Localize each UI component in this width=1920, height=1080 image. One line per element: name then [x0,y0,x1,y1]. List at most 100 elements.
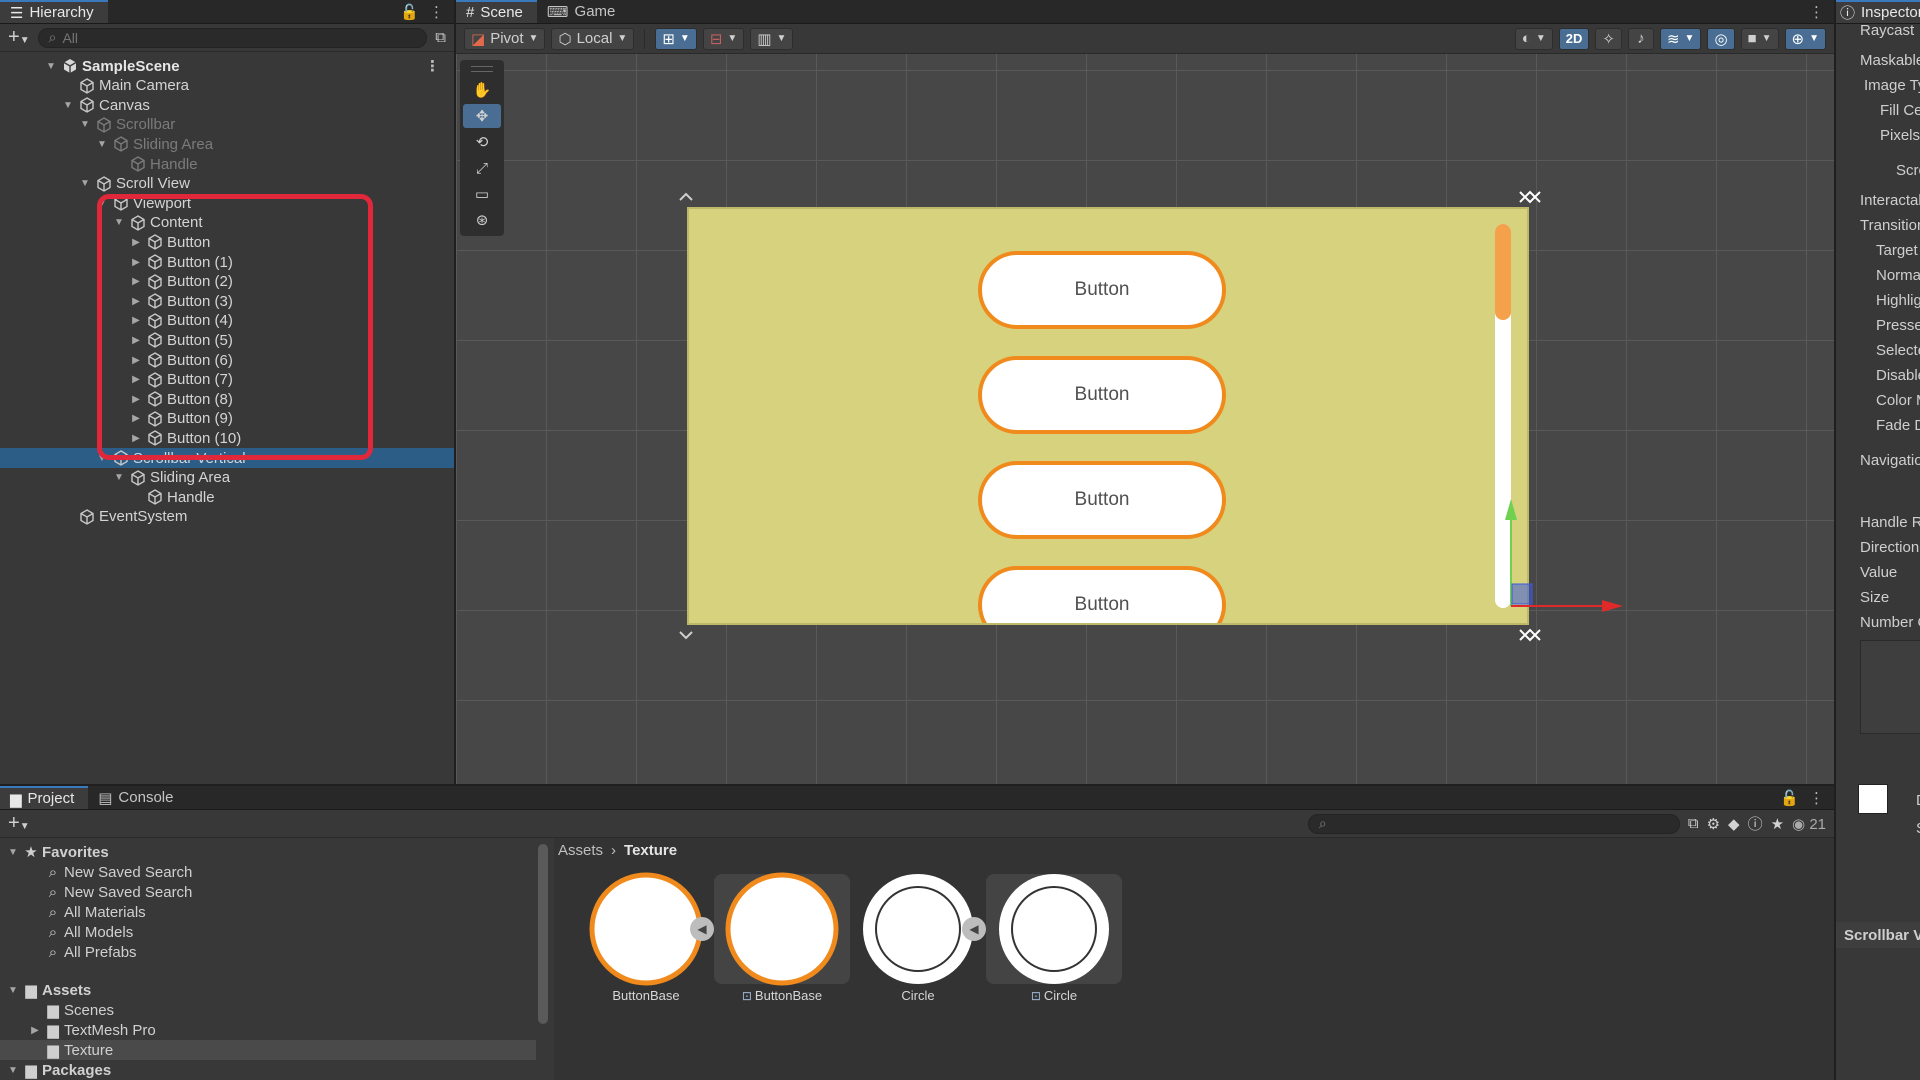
canvas-rect[interactable]: Button Button Button Button [687,207,1529,625]
hierarchy-item[interactable]: ▼ Scrollbar Vertical [0,448,454,468]
hierarchy-item[interactable]: EventSystem [0,507,454,527]
hierarchy-item[interactable]: Handle [0,154,454,174]
collapse-arrow-icon[interactable]: ▼ [95,453,109,464]
grid-snap-button[interactable]: ⊞ ▼ [655,27,697,50]
expand-arrow-icon[interactable]: ▶ [129,433,143,444]
tab-console[interactable]: ▤ Console [88,786,187,809]
hierarchy-item[interactable]: ▶ Button (1) [0,252,454,272]
expand-arrow-icon[interactable]: ▶ [129,335,143,346]
tab-scene[interactable]: # Scene [456,0,537,23]
camera-dropdown[interactable]: ■ ▼ [1740,27,1779,50]
create-button[interactable]: +▼ [8,26,30,49]
hierarchy-item[interactable]: ▼ Scrollbar [0,115,454,135]
favorite-star-icon[interactable]: ★ [1771,815,1784,833]
gizmos-dropdown[interactable]: ⊕ ▼ [1784,27,1826,50]
expand-arrow-icon[interactable]: ▶ [129,413,143,424]
project-tree-item[interactable]: ▶ ▆ TextMesh Pro [0,1020,536,1040]
lighting-toggle[interactable]: ✧ [1595,27,1622,50]
hierarchy-item[interactable]: ▶ Button (10) [0,428,454,448]
collapse-arrow-icon[interactable]: ▼ [95,198,109,209]
move-tool-button[interactable]: ✥ [463,104,501,128]
expand-arrow-icon[interactable]: ▶ [129,237,143,248]
visibility-toggle[interactable]: ◎ [1707,27,1735,50]
asset-item[interactable]: ButtonBase [578,872,714,1003]
project-search-input[interactable] [1332,815,1669,832]
hierarchy-item[interactable]: ▼ SampleScene ⋮ [0,56,454,76]
project-tree-item[interactable]: ▼ ▆ Assets [0,980,536,1000]
corner-handle-tl[interactable] [679,192,693,201]
hierarchy-item[interactable]: ▶ Button (5) [0,330,454,350]
hierarchy-item[interactable]: ▼ Scroll View [0,174,454,194]
corner-handle-tr[interactable] [1519,190,1541,204]
collapse-arrow-icon[interactable]: ▼ [61,100,75,111]
grid-visibility-button[interactable]: ⊟ ▼ [702,27,745,50]
expand-arrow-icon[interactable]: ▶ [129,394,143,405]
hierarchy-item[interactable]: ▶ Button (9) [0,409,454,429]
expand-sprite-button[interactable]: ◀ [962,917,986,941]
project-tree-item[interactable]: ⌕ New Saved Search [0,862,536,882]
project-tree-item[interactable]: ⌕ All Models [0,922,536,942]
expand-arrow-icon[interactable]: ▼ [6,1065,20,1076]
collapse-arrow-icon[interactable]: ▼ [78,178,92,189]
breadcrumb-texture[interactable]: Texture [624,842,677,859]
collapse-arrow-icon[interactable]: ▼ [78,119,92,130]
expand-arrow-icon[interactable]: ▶ [28,1025,42,1036]
project-tree-scrollbar[interactable] [538,844,548,1024]
scale-tool-button[interactable]: ⤢ [463,156,501,180]
gizmo-x-arrow-icon[interactable] [1602,600,1623,612]
ui-button[interactable]: Button [978,356,1226,434]
hierarchy-item[interactable]: ▼ Sliding Area [0,134,454,154]
scene-more-options-icon[interactable]: ⋮ [425,57,440,75]
asset-item[interactable]: ⊡ Circle [986,874,1122,1003]
project-tree-item[interactable]: ⌕ All Prefabs [0,942,536,962]
search-by-type-icon[interactable]: ⧉ [1688,815,1699,832]
increment-snap-button[interactable]: ▥ ▼ [750,27,794,50]
expand-arrow-icon[interactable]: ▶ [129,315,143,326]
expand-arrow-icon[interactable]: ▶ [129,374,143,385]
tab-game[interactable]: ⌨ Game [537,0,630,23]
filter-info-icon[interactable]: ⓘ [1748,813,1763,834]
hierarchy-item[interactable]: ▶ Button (4) [0,311,454,331]
hierarchy-item[interactable]: ▶ Button (2) [0,272,454,292]
filter-label-icon[interactable]: ◆ [1728,815,1740,833]
project-tree-item[interactable]: ▆ Scenes [0,1000,536,1020]
2d-toggle[interactable]: 2D [1558,27,1590,50]
local-dropdown[interactable]: ⬡ Local ▼ [551,27,635,50]
expand-arrow-icon[interactable]: ▶ [129,296,143,307]
project-tree-item[interactable]: ⌕ All Materials [0,902,536,922]
hierarchy-item[interactable]: ▼ Viewport [0,193,454,213]
project-tree-item[interactable]: ▼ ★ Favorites [0,842,536,862]
expand-arrow-icon[interactable]: ▼ [6,985,20,996]
search-options-icon[interactable]: ⧉ [435,29,446,46]
project-tree-item[interactable]: ▆ Texture [0,1040,536,1060]
hierarchy-item[interactable]: ▶ Button (3) [0,291,454,311]
asset-item[interactable]: ⊡ ButtonBase [714,872,850,1003]
breadcrumb-assets[interactable]: Assets [558,842,603,859]
hierarchy-item[interactable]: ▶ Button (8) [0,389,454,409]
filter-type-icon[interactable]: ⚙ [1707,815,1720,833]
pivot-dropdown[interactable]: ◪ Pivot ▼ [464,27,546,50]
ui-button[interactable]: Button [978,461,1226,539]
scrollbar-handle[interactable] [1495,224,1511,320]
project-tree-item[interactable]: ⌕ New Saved Search [0,882,536,902]
hierarchy-item[interactable]: ▶ Button [0,232,454,252]
expand-arrow-icon[interactable]: ▼ [6,847,20,858]
rotate-tool-button[interactable]: ⟲ [463,130,501,154]
audio-toggle[interactable]: ♪ [1627,27,1654,50]
more-options-icon[interactable]: ⋮ [1809,789,1824,807]
project-tree-item[interactable]: ▼ ▆ Packages [0,1060,536,1080]
transform-tool-button[interactable]: ⊛ [463,208,501,232]
hierarchy-item[interactable]: ▼ Sliding Area [0,468,454,488]
palette-grip[interactable] [471,66,493,72]
hierarchy-item[interactable]: Main Camera [0,76,454,96]
collapse-arrow-icon[interactable]: ▼ [112,472,126,483]
expand-arrow-icon[interactable]: ▶ [129,276,143,287]
hierarchy-search[interactable]: ⌕ [37,27,428,48]
collapse-arrow-icon[interactable]: ▼ [44,61,58,72]
expand-sprite-button[interactable]: ◀ [690,917,714,941]
hierarchy-item[interactable]: ▼ Canvas [0,95,454,115]
corner-handle-br[interactable] [1519,628,1541,642]
expand-arrow-icon[interactable]: ▶ [129,257,143,268]
collapse-arrow-icon[interactable]: ▼ [112,217,126,228]
lock-icon[interactable]: 🔓 [400,3,419,21]
